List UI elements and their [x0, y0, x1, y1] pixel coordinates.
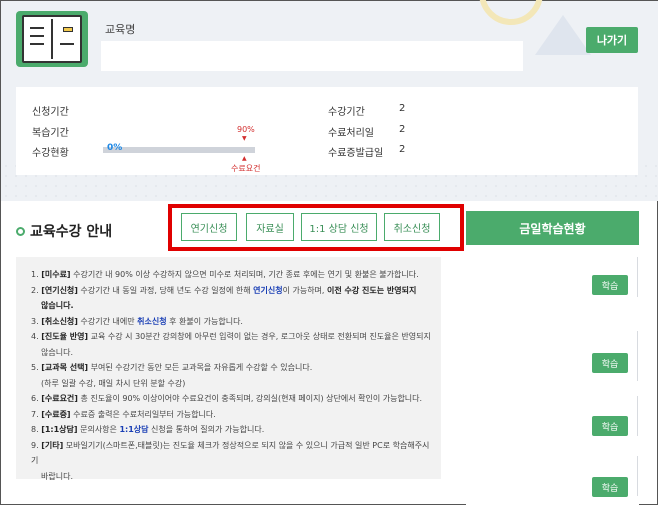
notice-box: 1. [미수료] 수강기간 내 90% 이상 수강하지 않으면 미수로 처리되며…: [16, 257, 441, 481]
course-period-value: 2: [399, 103, 406, 114]
notice-item-continued: 않습니다.: [41, 347, 73, 357]
notice-item: 7. [수료증] 수료증 출력은 수료처리일부터 가능합니다.: [31, 409, 216, 419]
exit-button[interactable]: 나가기: [586, 27, 638, 53]
progress-percent: 0%: [107, 143, 123, 153]
notice-item: 1. [미수료] 수강기간 내 90% 이상 수강하지 않으면 미수로 처리되며…: [31, 270, 419, 279]
required-label: 수료요건: [231, 164, 261, 173]
triangle-down-icon: ▼: [242, 135, 247, 142]
book-icon: [16, 11, 88, 67]
completion-process-value: 2: [399, 124, 406, 135]
notice-item-continued: 바랍니다.: [41, 471, 73, 481]
required-percent: 90%: [237, 125, 255, 134]
study-button[interactable]: 학습: [592, 477, 628, 497]
notice-item: 2. [연기신청] 수강기간 내 동일 과정, 당해 년도 수강 일정에 한해 …: [31, 285, 417, 295]
status-label: 수강현황: [32, 148, 69, 159]
triangle-up-icon: ▲: [242, 155, 247, 162]
section-title: 교육수강 안내: [16, 221, 112, 241]
review-period-label: 복습기간: [32, 128, 69, 139]
completion-process-label: 수료처리일: [328, 128, 374, 139]
notice-item-continued: (하루 일괄 수강, 매일 차시 단위 분할 수강): [41, 378, 186, 388]
section-bullet-icon: [16, 226, 25, 236]
study-button[interactable]: 학습: [592, 353, 628, 373]
course-name-label: 교육명: [105, 23, 136, 36]
extend-request-button[interactable]: 연기신청: [181, 213, 237, 241]
consult-request-button[interactable]: 1:1 상담 신청: [301, 213, 377, 241]
section-title-text: 교육수강 안내: [30, 224, 113, 240]
notice-item-continued: 않습니다.: [41, 301, 74, 310]
row-divider: [637, 257, 638, 297]
apply-period-label: 신청기간: [32, 107, 69, 118]
study-button[interactable]: 학습: [592, 416, 628, 436]
study-button[interactable]: 학습: [592, 275, 628, 295]
notice-item: 3. [취소신청] 수강기간 내에만 취소신청 후 환불이 가능합니다.: [31, 316, 243, 326]
course-name-field: [101, 41, 523, 71]
notice-item: 5. [교과목 선택] 부여된 수강기간 동안 모든 교과목을 자유롭게 수강할…: [31, 363, 313, 372]
notice-item: 8. [1:1상담] 문의사항은 1:1상담 신청을 통하여 질의가 가능합니다…: [31, 425, 265, 434]
course-period-label: 수강기간: [328, 107, 365, 118]
row-divider: [637, 456, 638, 496]
cancel-request-button[interactable]: 취소신청: [384, 213, 440, 241]
today-study-header: 금일학습현황: [466, 211, 639, 245]
notice-item: 6. [수료요건] 총 진도율이 90% 이상이어야 수료요건이 충족되며, 강…: [31, 394, 423, 403]
certificate-label: 수료증발급일: [328, 148, 384, 159]
row-divider: [637, 396, 638, 436]
course-info-panel: [16, 87, 638, 175]
certificate-value: 2: [399, 144, 406, 155]
progress-bar: [103, 147, 255, 153]
notice-item: 9. [기타] 모바일기기(스마트폰,태블릿)는 진도율 체크가 정상적으로 되…: [31, 440, 430, 466]
row-divider: [637, 331, 638, 381]
notice-item: 4. [진도율 반영] 교육 수강 시 30분간 강의창에 아무런 입력이 없는…: [31, 332, 431, 341]
materials-button[interactable]: 자료실: [246, 213, 294, 241]
